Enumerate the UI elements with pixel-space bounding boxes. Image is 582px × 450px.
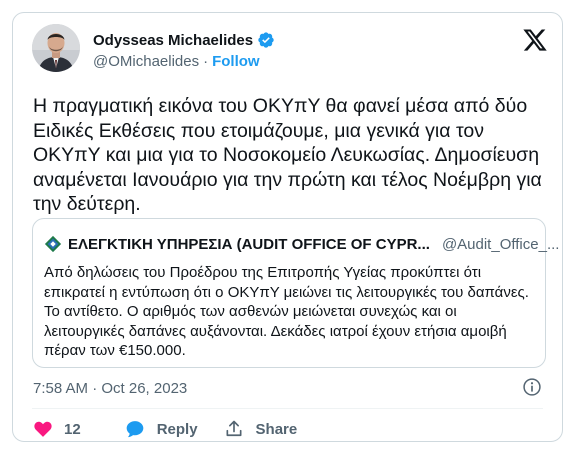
divider (32, 408, 543, 409)
author-handle[interactable]: @OMichaelides (93, 53, 199, 70)
like-count: 12 (64, 420, 81, 438)
share-label: Share (255, 420, 298, 438)
tweet-timestamp[interactable]: 7:58 AM · Oct 26, 2023 (33, 380, 187, 397)
tweet-text: Η πραγματική εικόνα του ΟΚΥπΥ θα φανεί μ… (33, 95, 542, 215)
quoted-tweet-text: Από δηλώσεις του Προέδρου της Επιτροπής … (44, 264, 529, 359)
reply-bubble-icon (126, 421, 144, 438)
quoted-tweet-header: ΕΛΕΓΚΤΙΚΗ ΥΠΗΡΕΣΙΑ (AUDIT OFFICE OF CYPR… (44, 235, 559, 253)
separator-dot: · (203, 53, 209, 70)
verified-badge-icon (258, 32, 274, 48)
quoted-author-handle: @Audit_Office_... (441, 235, 560, 253)
follow-button[interactable]: Follow (212, 53, 260, 70)
handle-row: @OMichaelides · Follow (93, 53, 260, 70)
author-name[interactable]: Odysseas Michaelides (93, 32, 253, 49)
like-button[interactable]: 12 (33, 419, 81, 439)
x-logo-icon[interactable] (522, 27, 548, 53)
reply-button[interactable]: Reply (125, 419, 198, 439)
reply-label: Reply (156, 420, 198, 438)
info-icon[interactable] (522, 377, 542, 397)
share-icon (226, 420, 242, 437)
heart-icon (34, 421, 52, 437)
share-button[interactable]: Share (224, 419, 298, 439)
action-bar: 12 Reply Share (33, 419, 297, 439)
avatar[interactable] (32, 24, 80, 72)
audit-office-logo-icon (44, 235, 62, 253)
quoted-author-name: ΕΛΕΓΚΤΙΚΗ ΥΠΗΡΕΣΙΑ (AUDIT OFFICE OF CYPR… (68, 235, 430, 253)
tweet-embed-card: Odysseas Michaelides @OMichaelides · Fol… (12, 12, 563, 442)
author-name-row[interactable]: Odysseas Michaelides (93, 31, 275, 49)
quoted-tweet[interactable]: ΕΛΕΓΚΤΙΚΗ ΥΠΗΡΕΣΙΑ (AUDIT OFFICE OF CYPR… (32, 218, 559, 368)
